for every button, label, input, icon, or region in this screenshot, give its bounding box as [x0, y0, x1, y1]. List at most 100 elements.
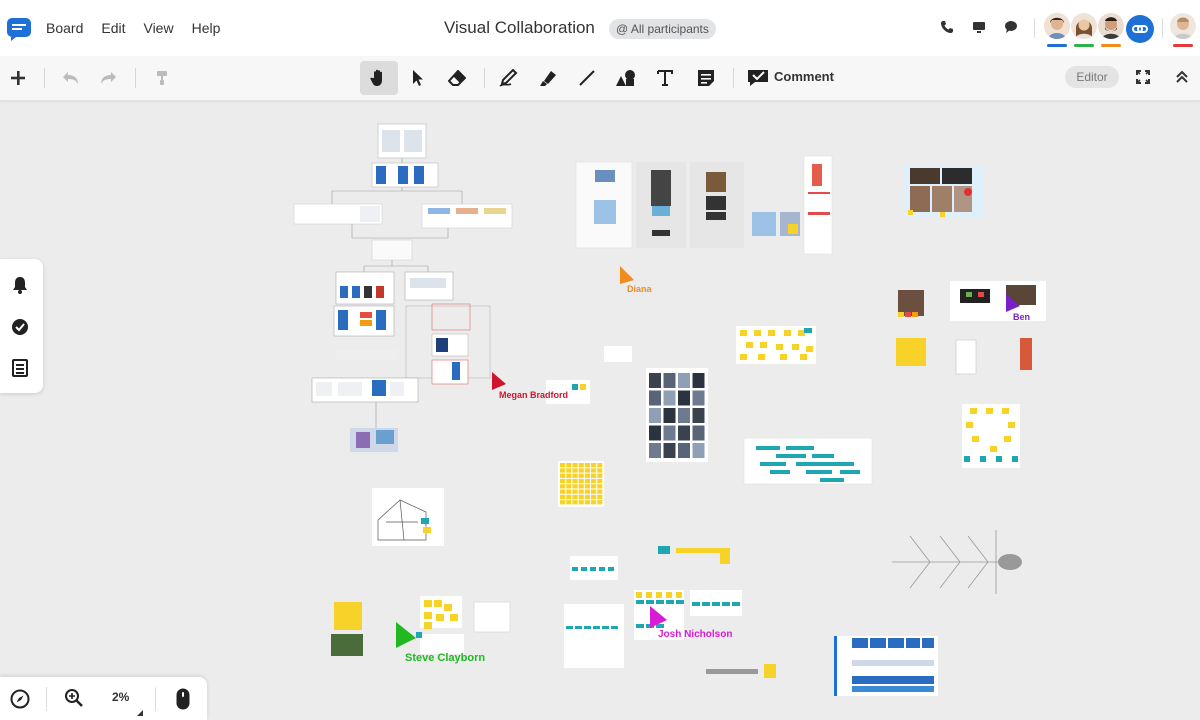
- sticky-note: [444, 604, 452, 611]
- hand-tool-button[interactable]: [360, 61, 398, 95]
- text-tool-button[interactable]: [648, 61, 682, 95]
- share-link-button[interactable]: [1126, 15, 1154, 43]
- outline-list-icon[interactable]: [11, 359, 29, 377]
- sticky-note: [566, 500, 572, 505]
- toolbar: [0, 56, 1200, 101]
- product-thumbnail: [692, 390, 705, 406]
- avatar-status-bar: [1101, 44, 1121, 47]
- teal-bar: [666, 600, 674, 604]
- avatar[interactable]: [1044, 13, 1070, 39]
- timeline-chart[interactable]: [743, 437, 873, 485]
- timeline-bar: [796, 462, 830, 466]
- sticky-note: [964, 456, 970, 462]
- screen-share-icon[interactable]: [972, 20, 986, 34]
- sticky-note: [970, 408, 977, 414]
- sticky-note: [584, 500, 590, 505]
- highlighter-tool-button[interactable]: [531, 61, 565, 95]
- teal-bar: [602, 626, 609, 629]
- product-thumbnail: [678, 373, 690, 388]
- eraser-tool-button[interactable]: [440, 61, 474, 95]
- fullscreen-icon[interactable]: [1136, 70, 1150, 84]
- format-painter-button[interactable]: [145, 61, 179, 95]
- sticky-note: [591, 468, 597, 473]
- sticky-note: [560, 494, 566, 500]
- svg-text:Megan Bradford: Megan Bradford: [499, 390, 568, 400]
- sticky-note: [584, 473, 590, 478]
- timeline-bar: [830, 462, 854, 466]
- eraser-icon: [448, 70, 466, 86]
- avatar[interactable]: [1071, 13, 1097, 39]
- teal-bar: [566, 626, 573, 629]
- teal-bar: [676, 600, 684, 604]
- app-logo-icon[interactable]: [6, 17, 32, 41]
- board-canvas[interactable]: Diana Megan Bradford Ben Josh Nicholson …: [0, 101, 1200, 720]
- moodboard-cluster[interactable]: [896, 281, 1046, 468]
- menu-board[interactable]: Board: [46, 20, 83, 36]
- notifications-bell-icon[interactable]: [11, 276, 29, 294]
- compass-navigator-icon[interactable]: [10, 689, 30, 709]
- product-thumbnail: [649, 373, 661, 388]
- comment-tool-button[interactable]: [741, 61, 775, 95]
- board-title[interactable]: Visual Collaboration: [444, 18, 595, 38]
- phone-icon[interactable]: [940, 20, 954, 34]
- redo-button[interactable]: [92, 61, 126, 95]
- sticky-note: [578, 473, 584, 478]
- product-thumbnail: [649, 425, 661, 441]
- sticky-note: [768, 330, 775, 336]
- sticky-note[interactable]: [720, 548, 730, 564]
- shapes-tool-button[interactable]: [609, 61, 643, 95]
- sticky-note: [584, 494, 590, 500]
- sticky-note: [416, 632, 422, 638]
- undo-button[interactable]: [53, 61, 87, 95]
- zoom-icon[interactable]: [64, 688, 84, 708]
- small-card[interactable]: [604, 346, 632, 362]
- sticky-note: [566, 463, 572, 468]
- sticky-note: [758, 354, 765, 360]
- avatar[interactable]: [1098, 13, 1124, 39]
- editor-role-badge[interactable]: Editor: [1065, 66, 1119, 88]
- sticky-note[interactable]: [764, 664, 776, 678]
- fishbone-diagram[interactable]: [892, 530, 1022, 594]
- pen-tool-button[interactable]: [492, 61, 526, 95]
- sticky-note[interactable]: [676, 548, 720, 553]
- house-sketch-image[interactable]: [372, 488, 444, 546]
- teal-bar: [581, 567, 587, 571]
- avatar-status-bar: [1074, 44, 1094, 47]
- menu-help[interactable]: Help: [192, 20, 221, 36]
- avatar-me[interactable]: [1170, 13, 1196, 39]
- zoom-dropdown-icon[interactable]: [137, 710, 143, 716]
- teal-bar: [722, 602, 730, 606]
- line-tool-button[interactable]: [570, 61, 604, 95]
- process-diagram[interactable]: [834, 636, 938, 696]
- line-icon: [579, 70, 595, 86]
- photo-collage[interactable]: [904, 166, 984, 218]
- sticky-note: [572, 468, 578, 473]
- sticky-note: [584, 484, 590, 489]
- bottom-left-cluster[interactable]: [331, 596, 511, 656]
- zoom-level[interactable]: 2%: [112, 690, 129, 704]
- menu-edit[interactable]: Edit: [101, 20, 125, 36]
- timeline-bar: [806, 470, 832, 474]
- sticky-note: [578, 463, 584, 468]
- teal-bar: [575, 626, 582, 629]
- collapse-toolbar-icon[interactable]: [1175, 70, 1189, 84]
- comment-tool-label[interactable]: Comment: [774, 69, 834, 84]
- mouse-mode-icon[interactable]: [175, 687, 191, 711]
- add-button[interactable]: [1, 61, 35, 95]
- participants-badge[interactable]: @ All participants: [609, 19, 716, 39]
- wireframe-panels[interactable]: [575, 155, 833, 255]
- sticky-note: [566, 473, 572, 478]
- sticky-note-tool-button[interactable]: [689, 61, 723, 95]
- product-thumbnail: [663, 443, 676, 458]
- timeline-bar: [756, 446, 780, 450]
- sticky-note: [584, 468, 590, 473]
- select-tool-button[interactable]: [401, 61, 435, 95]
- bottom-navigation-bar: [0, 677, 207, 720]
- sitemap-diagram[interactable]: [293, 123, 513, 452]
- sticky-note: [806, 346, 813, 352]
- sticky-note[interactable]: [658, 546, 670, 554]
- tasks-check-icon[interactable]: [11, 318, 29, 336]
- menu-view[interactable]: View: [143, 20, 173, 36]
- chat-icon[interactable]: [1004, 20, 1019, 34]
- sticky-note: [591, 500, 597, 505]
